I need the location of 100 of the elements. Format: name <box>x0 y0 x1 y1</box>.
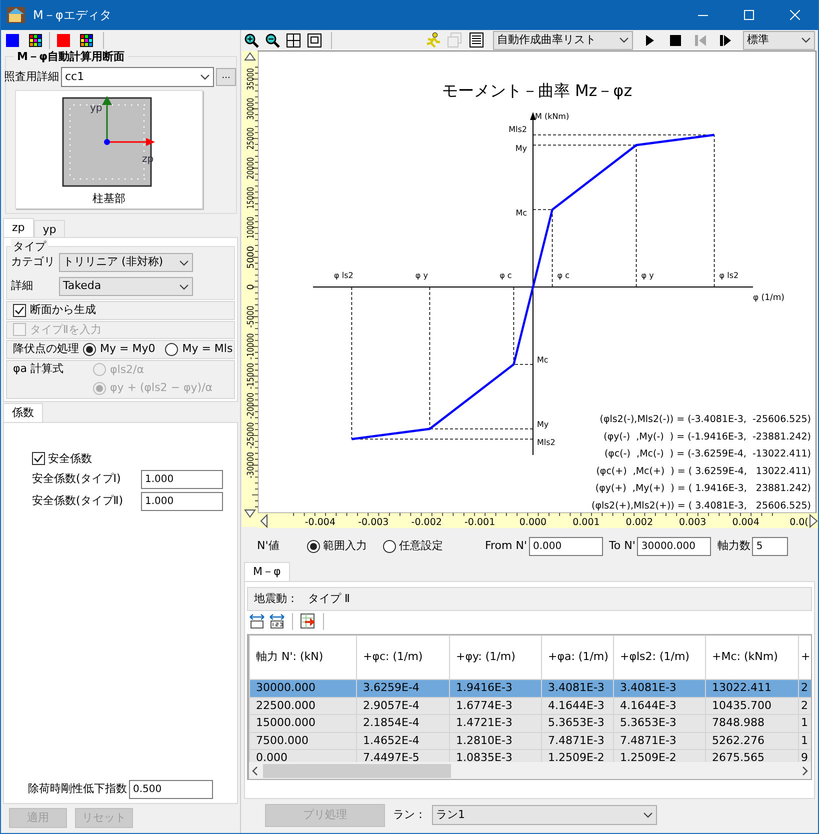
point-label: φ c <box>557 271 570 280</box>
table-cell: 3.4081E-3 <box>542 680 614 697</box>
caret-icon <box>179 258 189 266</box>
column-width-icon[interactable] <box>249 613 265 629</box>
runner-icon[interactable] <box>425 32 441 48</box>
horizontal-scrollbar[interactable] <box>249 762 811 779</box>
point-value: (φls2(-),Mls2(-)) = (-3.4081E-3, -25606.525) <box>600 414 811 425</box>
table-cell: 1.6774E-3 <box>450 697 542 714</box>
radio-button[interactable] <box>165 342 178 356</box>
dropdown[interactable]: cc1 <box>61 67 214 87</box>
table-cell: 4.1644E-3 <box>542 697 614 714</box>
scrollbar-thumb[interactable] <box>263 764 451 778</box>
color-swatch[interactable] <box>57 34 70 46</box>
column-header[interactable]: +φc: (1/m) <box>356 636 450 680</box>
table-row[interactable]: 15000.000 2.1854E-4 1.4721E-3 5.3653E-3 5.3653E-3 7848.988 1 <box>250 714 811 732</box>
axis-title: φ (1/m) <box>753 293 784 303</box>
stop-icon[interactable] <box>668 32 683 48</box>
caret-icon <box>643 811 653 819</box>
dropdown[interactable]: 標準 <box>743 30 815 50</box>
point-label: φ ls2 <box>719 271 739 280</box>
point-label: My <box>515 144 527 154</box>
table-row[interactable]: 30000.000 3.6259E-4 1.9416E-3 3.4081E-3 3.4081E-3 13022.411 2 <box>250 680 811 697</box>
vertical-ruler[interactable] <box>242 51 258 527</box>
scroll-left-icon[interactable] <box>260 514 268 528</box>
field-label: 照査用詳細 <box>4 68 59 85</box>
table-cell: 7.4871E-3 <box>614 732 706 750</box>
input-field[interactable]: 0.000 <box>529 536 604 556</box>
dropdown[interactable]: トリリニア (非対称) <box>59 253 193 272</box>
scroll-down-icon[interactable] <box>244 510 256 518</box>
point-value: (φy(-) ,My(-) ) = (-1.9416E-3, -23881.242) <box>604 431 811 442</box>
tick-label: 10000 <box>246 210 256 239</box>
caret-icon <box>801 36 811 44</box>
radio-button[interactable] <box>307 540 320 552</box>
tab[interactable]: M－φ <box>244 562 290 581</box>
radio-label: My = My0 <box>100 341 156 357</box>
input-field[interactable]: 30000.000 <box>637 536 712 556</box>
list-icon[interactable] <box>469 32 485 48</box>
input-field[interactable]: 1.000 <box>141 470 223 489</box>
grid-frame-icon[interactable] <box>286 32 301 48</box>
dropdown[interactable]: ラン1 <box>432 805 657 825</box>
table-cell: 3.4081E-3 <box>614 680 706 697</box>
color-swatch[interactable] <box>6 34 19 46</box>
color-grid-icon[interactable] <box>29 34 42 46</box>
point-label: Mls2 <box>508 124 527 134</box>
dropdown[interactable]: Takeda <box>59 277 193 296</box>
point-label: φ c <box>500 271 512 280</box>
axis-label: yp <box>90 102 102 116</box>
checkbox[interactable] <box>13 304 26 317</box>
caret-icon <box>179 282 189 290</box>
caret-icon <box>200 73 210 81</box>
maximize-icon[interactable] <box>744 10 754 20</box>
radio-button[interactable] <box>383 540 396 552</box>
column-header[interactable]: +Mc: (kNm) <box>706 636 798 680</box>
frame-icon[interactable] <box>307 32 322 48</box>
tab[interactable]: zp <box>3 218 34 237</box>
point-value: (φy(+) ,My(+) ) = ( 1.9416E-3, 23881.242) <box>595 483 811 494</box>
caret-icon <box>619 36 629 44</box>
tick-label: 20000 <box>246 150 256 180</box>
horizontal-ruler[interactable] <box>258 512 818 528</box>
table-cell: 4.1644E-3 <box>614 697 706 714</box>
color-grid-icon[interactable] <box>80 34 93 46</box>
zoom-out-icon[interactable] <box>265 32 280 48</box>
browse-button[interactable]: ... <box>216 68 236 86</box>
tick-label: 15000 <box>246 180 256 209</box>
radio-label: 範囲入力 <box>323 538 367 554</box>
point-label: φ y <box>641 271 654 280</box>
scroll-up-icon[interactable] <box>244 52 256 60</box>
table-cell: 5262.276 <box>706 732 798 750</box>
radio-button[interactable] <box>83 342 96 356</box>
tick-label: -0.001 <box>464 517 496 528</box>
table-cell: 2.9057E-4 <box>356 697 450 714</box>
checkbox[interactable] <box>32 452 45 466</box>
column-header[interactable]: + <box>798 636 811 680</box>
close-icon[interactable] <box>790 10 800 20</box>
export-icon[interactable] <box>300 613 316 629</box>
table-cell: 1.2810E-3 <box>450 732 542 750</box>
tab[interactable]: 係数 <box>3 402 43 422</box>
tick-label: 0.0( <box>790 517 808 528</box>
scroll-right-icon[interactable] <box>810 514 818 528</box>
column-header[interactable]: +φls2: (1/m) <box>614 636 706 680</box>
input-field[interactable]: 5 <box>752 536 788 556</box>
point-label: Mc <box>537 355 548 364</box>
number-width-icon[interactable] <box>269 613 285 629</box>
field-label: 安全係数(タイプⅡ) <box>32 493 124 510</box>
input-field[interactable]: 0.500 <box>129 780 213 799</box>
table-row[interactable]: 22500.000 2.9057E-4 1.6774E-3 4.1644E-3 4.1644E-3 10435.700 2 <box>250 697 811 714</box>
tick-label: -10000 <box>246 328 256 360</box>
column-header[interactable]: +φa: (1/m) <box>542 636 614 680</box>
table-row[interactable]: 7500.000 1.4652E-4 1.2810E-3 7.4871E-3 7.4871E-3 5262.276 1 <box>250 732 811 750</box>
input-field[interactable]: 1.000 <box>141 492 223 511</box>
zoom-in-icon[interactable] <box>244 32 259 48</box>
dropdown[interactable]: 自動作成曲率リスト <box>493 30 633 50</box>
column-header[interactable]: 軸力 N': (kN) <box>250 636 356 680</box>
column-header[interactable]: +φy: (1/m) <box>450 636 542 680</box>
tab[interactable]: yp <box>34 220 66 237</box>
section-caption: 柱基部 <box>92 191 126 207</box>
step-forward-icon[interactable] <box>718 32 733 48</box>
tick-label: 25000 <box>246 120 256 150</box>
table-cell: 10435.700 <box>706 697 798 714</box>
radio-label: φy + (φls2 − φy)/α <box>110 380 213 396</box>
